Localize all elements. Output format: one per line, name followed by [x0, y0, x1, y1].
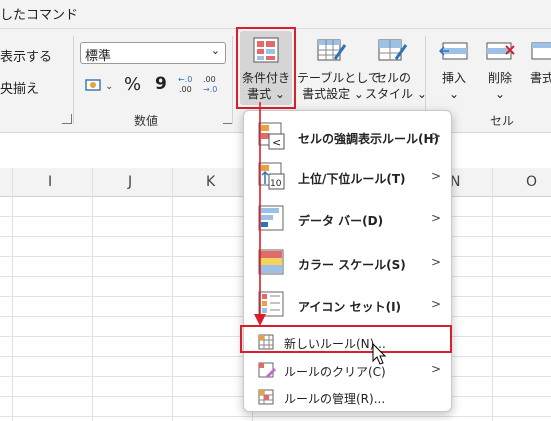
menu-label: ルールのクリア(C) — [284, 365, 386, 379]
group-separator — [73, 36, 74, 124]
gridline — [172, 168, 173, 421]
svg-text:→.0: →.0 — [203, 85, 217, 94]
gridline — [492, 168, 493, 421]
number-group-label: 数値 — [134, 114, 159, 128]
chevron-down-icon: ⌄ — [210, 44, 220, 57]
column-header-k[interactable]: K — [206, 174, 215, 190]
delete-label: 削除 — [487, 71, 512, 85]
merge-center-button[interactable]: 央揃え — [0, 78, 39, 97]
gridline — [92, 168, 93, 421]
menu-label: カラー スケール(S) — [298, 258, 406, 272]
chevron-right-icon: > — [430, 362, 441, 376]
menu-label: 上位/下位ルール(T) — [298, 172, 406, 186]
table-line2: 書式設定 ⌄ — [302, 87, 364, 101]
chevron-right-icon: > — [430, 255, 441, 269]
svg-text:⌄: ⌄ — [105, 81, 113, 92]
menu-label: データ バー(D) — [298, 214, 384, 228]
insert-label: 挿入 — [441, 71, 466, 85]
svg-text:.00: .00 — [203, 75, 216, 84]
insert-cells-icon — [439, 42, 468, 60]
svg-text:.00: .00 — [179, 85, 192, 94]
conditional-formatting-menu: < セルの強調表示ルール(H) > 10 上位/下位ルール(T) > データ バ… — [243, 110, 452, 412]
cellstyle-line1: セルの — [374, 71, 411, 85]
cellstyle-line2: スタイル ⌄ — [365, 87, 427, 101]
new-rule-highlight — [240, 325, 452, 353]
cell-styles-icon — [378, 39, 408, 61]
insert-button[interactable]: 挿入 ⌄ — [432, 31, 476, 105]
menu-item-highlight-cells-rules[interactable]: < セルの強調表示ルール(H) > — [244, 117, 451, 157]
gridline — [12, 168, 13, 421]
percent-button[interactable]: % — [124, 74, 141, 95]
menu-item-data-bars[interactable]: データ バー(D) > — [244, 197, 451, 241]
svg-text:<: < — [272, 136, 281, 149]
column-header-j[interactable]: J — [128, 174, 132, 190]
comma-style-button[interactable]: 9 — [155, 74, 167, 94]
annotation-arrow-icon — [254, 102, 266, 326]
menu-item-color-scales[interactable]: カラー スケール(S) > — [244, 241, 451, 285]
ribbon-title-fragment: したコマンド — [0, 8, 79, 23]
menu-label: セルの強調表示ルール(H) — [298, 132, 440, 146]
column-header-o[interactable]: O — [526, 174, 537, 190]
table-line1: テーブルとして — [297, 71, 380, 85]
menu-label: アイコン セット(I) — [298, 300, 402, 314]
currency-format-button[interactable]: ⌄ — [85, 74, 115, 96]
menu-item-manage-rules[interactable]: ルールの管理(R)... — [244, 384, 451, 410]
currency-icon: ⌄ — [85, 79, 113, 92]
conditional-formatting-highlight — [236, 27, 296, 109]
svg-text:10: 10 — [270, 179, 282, 189]
decrease-decimal-icon: .00 →.0 — [203, 75, 217, 94]
format-button[interactable]: 書式 — [526, 31, 551, 105]
format-label: 書式 — [530, 71, 551, 85]
chevron-right-icon: > — [430, 169, 441, 183]
chevron-right-icon: > — [430, 129, 441, 143]
chevron-right-icon: > — [430, 297, 441, 311]
decrease-decimal-button[interactable]: .00 →.0 — [202, 73, 224, 95]
column-header-i[interactable]: I — [48, 174, 52, 190]
delete-cells-icon — [486, 42, 515, 60]
group-separator — [232, 36, 233, 124]
number-format-value: 標準 — [85, 49, 112, 64]
format-as-table-button[interactable]: テーブルとして 書式設定 ⌄ — [297, 31, 380, 105]
wrap-text-button[interactable]: 表示する — [0, 46, 52, 65]
mouse-pointer-icon — [372, 343, 387, 365]
chevron-down-icon: ⌄ — [448, 87, 460, 101]
manage-rules-icon — [258, 389, 274, 405]
menu-item-clear-rules[interactable]: ルールのクリア(C) > — [244, 356, 451, 384]
cells-group-label: セル — [490, 114, 515, 128]
menu-item-icon-sets[interactable]: アイコン セット(I) > — [244, 285, 451, 325]
alignment-launcher-icon[interactable] — [62, 114, 72, 124]
format-cells-icon — [531, 42, 551, 60]
chevron-right-icon: > — [430, 211, 441, 225]
increase-decimal-button[interactable]: ←.0 .00 — [177, 73, 199, 95]
cell-styles-button[interactable]: セルの スタイル ⌄ — [365, 31, 427, 105]
clear-rules-icon — [258, 362, 276, 378]
delete-button[interactable]: 削除 ⌄ — [478, 31, 522, 105]
number-format-select[interactable]: 標準 ⌄ — [80, 42, 226, 64]
format-as-table-icon — [317, 39, 347, 61]
gridline — [0, 416, 551, 417]
menu-label: ルールの管理(R)... — [284, 392, 386, 406]
svg-text:←.0: ←.0 — [178, 75, 192, 84]
menu-item-top-bottom-rules[interactable]: 10 上位/下位ルール(T) > — [244, 157, 451, 197]
chevron-down-icon: ⌄ — [494, 87, 506, 101]
increase-decimal-icon: ←.0 .00 — [178, 75, 192, 94]
